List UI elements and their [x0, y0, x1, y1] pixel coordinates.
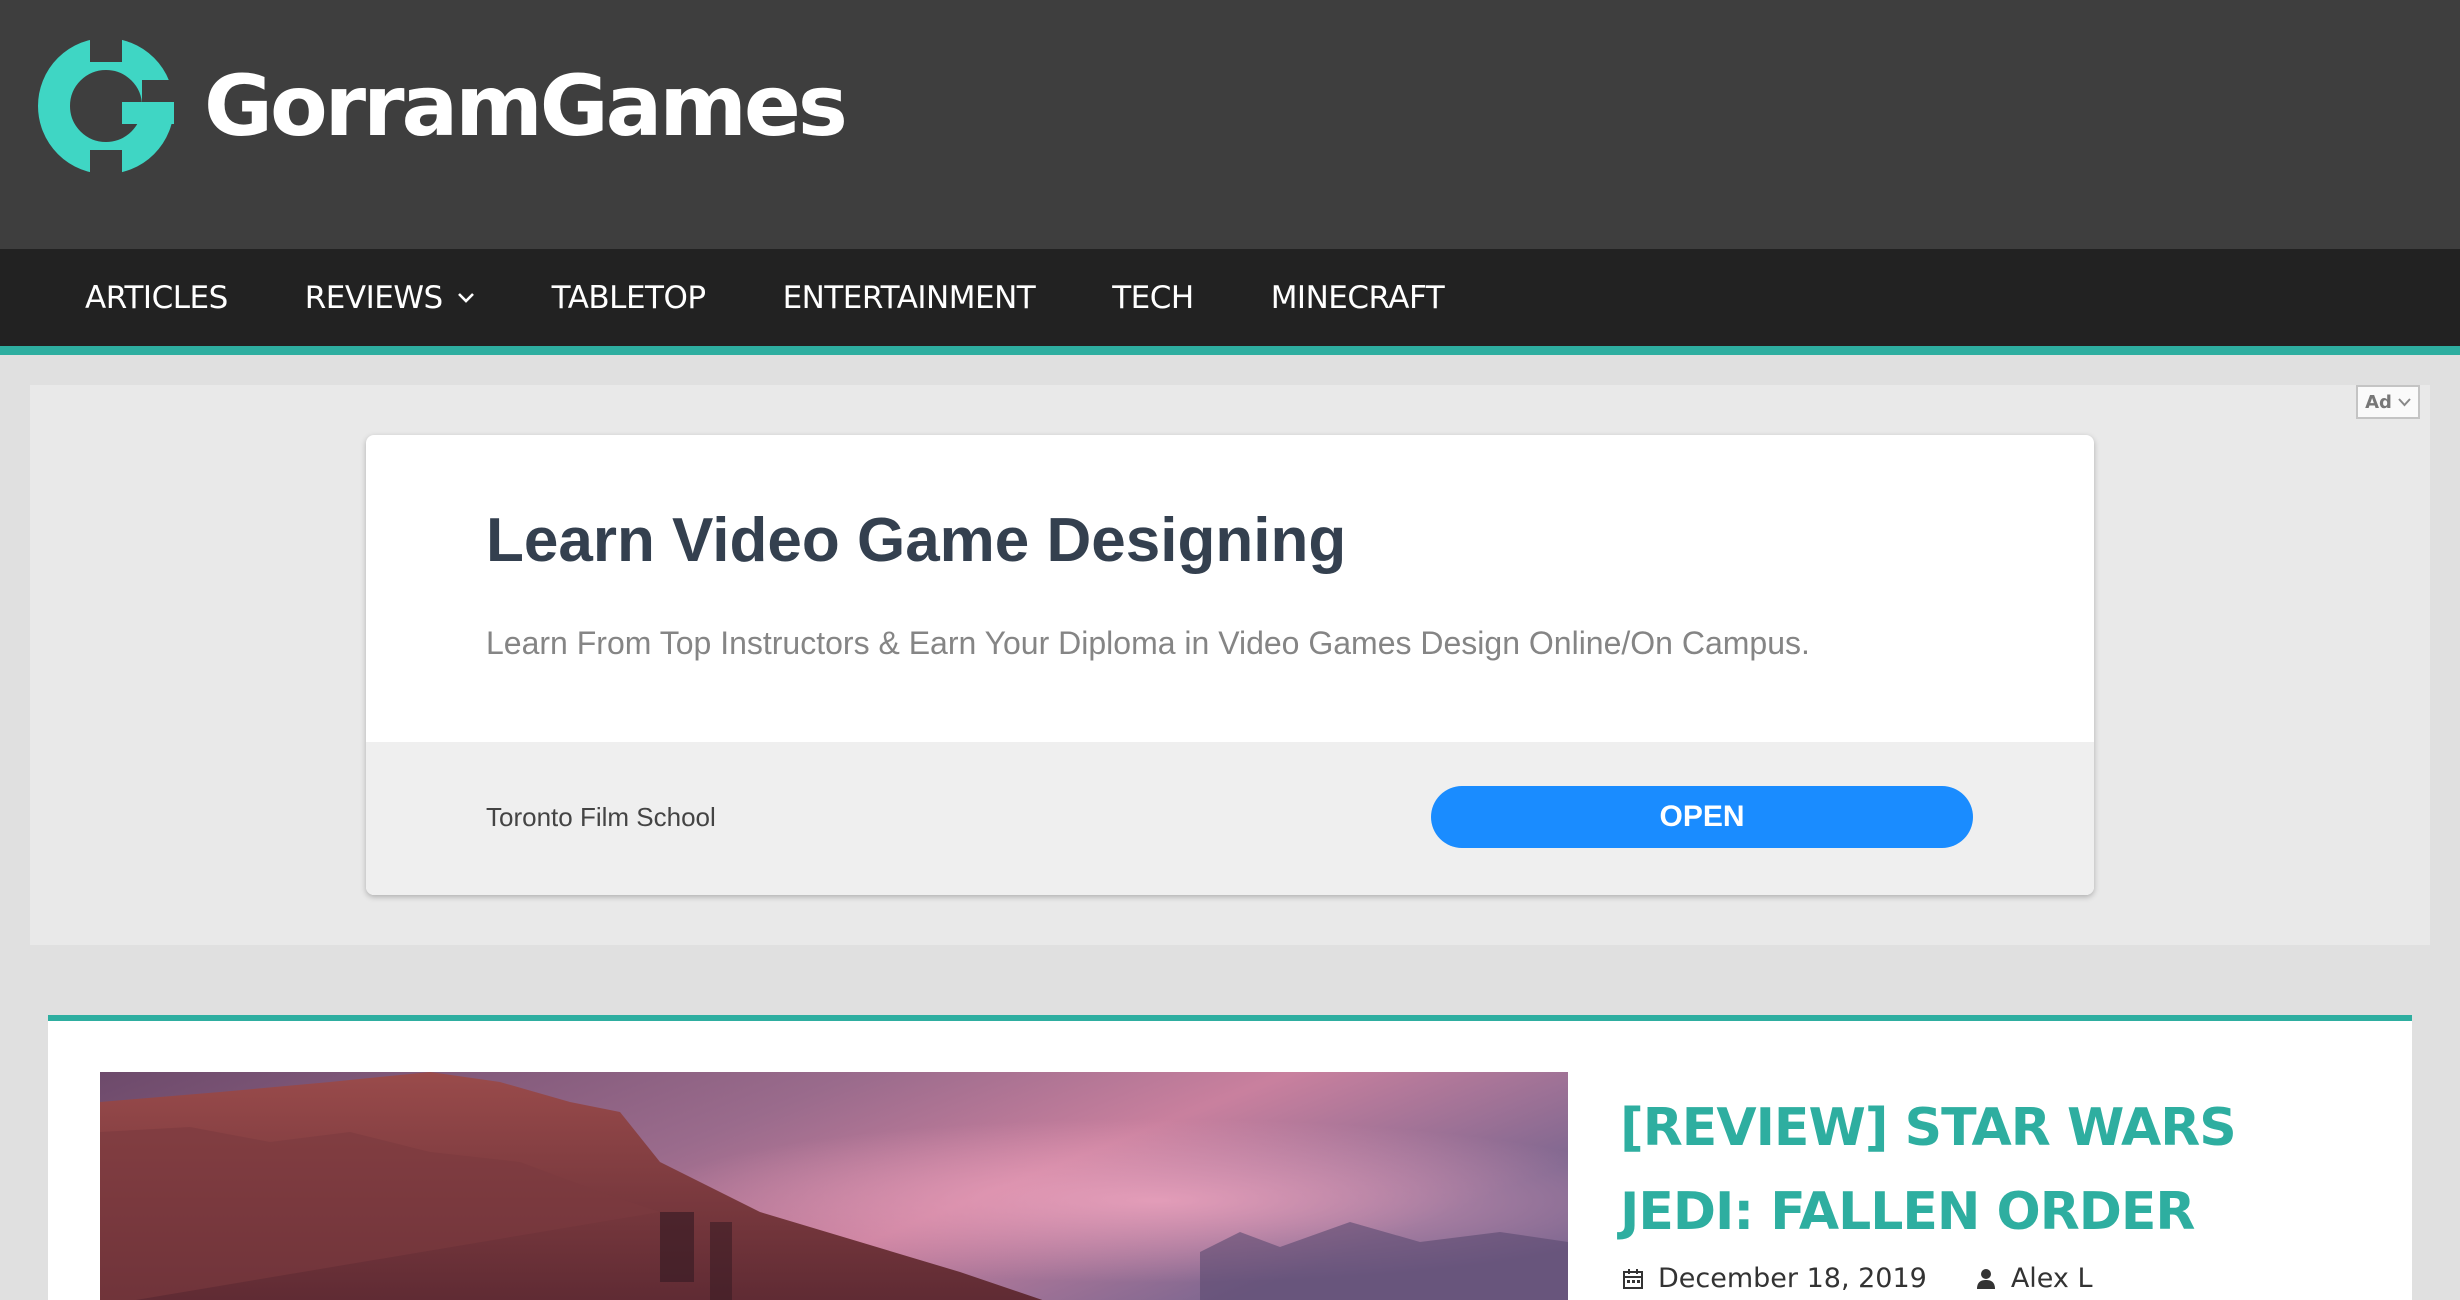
ad-advertiser: Toronto Film School [486, 802, 716, 832]
nav-item-label: ENTERTAINMENT [782, 279, 1036, 316]
ad-title[interactable]: Learn Video Game Designing [486, 505, 1346, 576]
chevron-down-icon [2398, 397, 2411, 406]
user-icon [1976, 1268, 1995, 1289]
ad-container: Ad Learn Video Game Designing Learn From… [30, 385, 2430, 945]
ad-badge-label: Ad [2365, 391, 2392, 413]
site-name: GorramGames [204, 57, 848, 155]
post-meta: December 18, 2019 Alex L [1622, 1263, 2093, 1294]
calendar-icon [1623, 1268, 1643, 1289]
post-author[interactable]: Alex L [2011, 1263, 2093, 1294]
nav-item-entertainment[interactable]: ENTERTAINMENT [783, 280, 1036, 316]
nav-item-tech[interactable]: TECH [1112, 279, 1194, 316]
ad-description: Learn From Top Instructors & Earn Your D… [486, 625, 1810, 661]
ad-card[interactable]: Learn Video Game Designing Learn From To… [366, 435, 2094, 895]
chevron-down-icon [457, 292, 474, 303]
post-featured-image[interactable] [100, 1072, 1568, 1300]
post-card: [REVIEW] STAR WARS JEDI: FALLEN ORDER De… [48, 1015, 2412, 1300]
ad-choices-badge[interactable]: Ad [2356, 385, 2420, 419]
nav-item-tabletop[interactable]: TABLETOP [552, 280, 706, 316]
site-logo-icon [38, 38, 174, 174]
nav-item-label: MINECRAFT [1270, 279, 1445, 316]
site-logo-link[interactable]: GorramGames [38, 38, 848, 174]
post-image-art [100, 1072, 1568, 1300]
main-nav: ARTICLES REVIEWS TABLETOP ENTERTAINMENT … [0, 249, 2460, 355]
nav-item-label: ARTICLES [85, 279, 228, 316]
site-header: GorramGames [0, 0, 2460, 249]
post-title[interactable]: [REVIEW] STAR WARS JEDI: FALLEN ORDER [1620, 1086, 2360, 1254]
nav-item-articles[interactable]: ARTICLES [85, 280, 228, 316]
ad-footer: Toronto Film School OPEN [366, 742, 2094, 895]
nav-item-reviews[interactable]: REVIEWS [305, 280, 475, 316]
ad-open-button[interactable]: OPEN [1431, 786, 1973, 848]
nav-item-label: TECH [1112, 279, 1194, 316]
nav-item-label: REVIEWS [304, 279, 443, 316]
post-date[interactable]: December 18, 2019 [1658, 1263, 1927, 1294]
nav-item-label: TABLETOP [551, 279, 706, 316]
nav-list: ARTICLES REVIEWS TABLETOP ENTERTAINMENT … [0, 249, 2460, 346]
nav-item-minecraft[interactable]: MINECRAFT [1271, 280, 1445, 316]
